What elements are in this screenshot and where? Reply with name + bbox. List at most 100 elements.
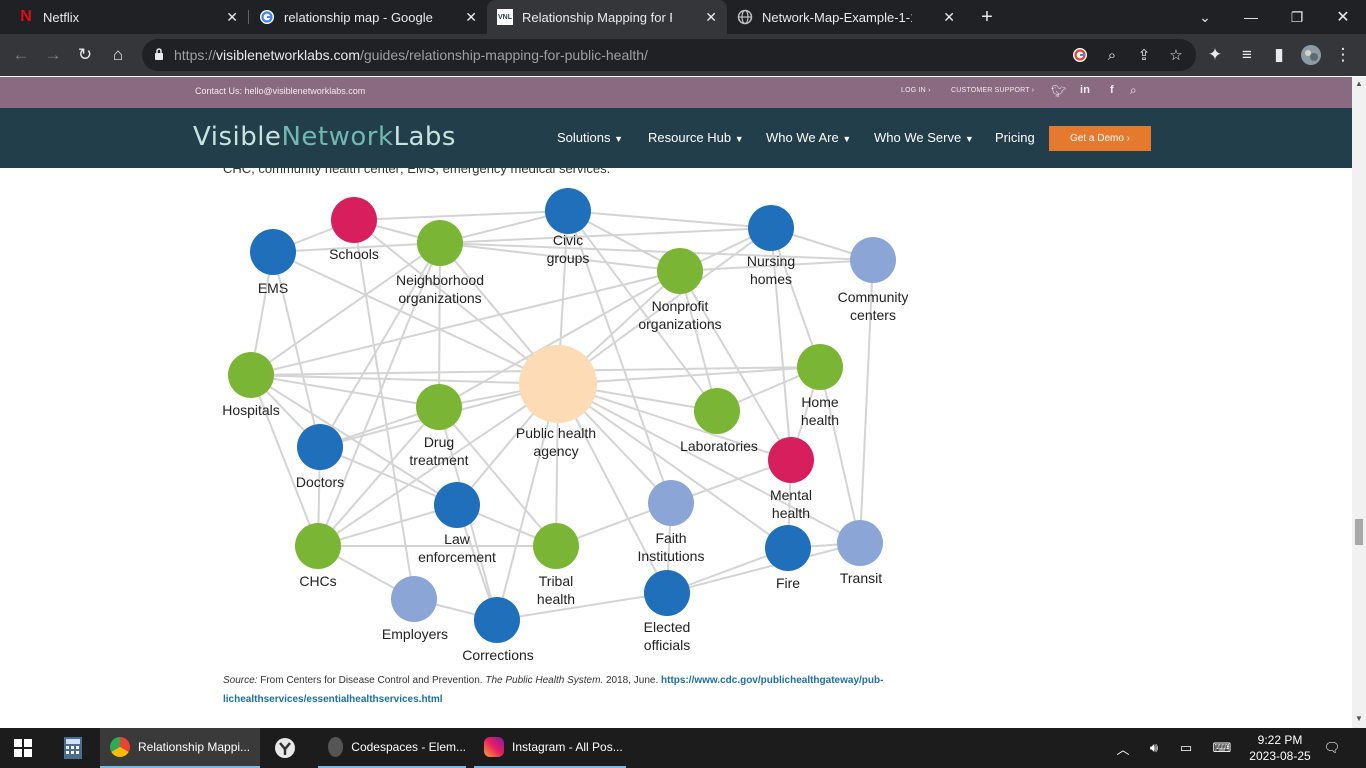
node-label: organizations	[638, 316, 721, 332]
keyboard-icon[interactable]: ⌨	[1208, 728, 1236, 768]
chrome-menu-icon[interactable]: ⋮	[1331, 43, 1355, 67]
google-icon	[259, 9, 275, 25]
node-label: Nonprofit	[652, 298, 709, 314]
taskbar-instagram[interactable]: Instagram - All Pos...	[474, 728, 626, 768]
facebook-icon[interactable]: f	[1110, 84, 1114, 96]
zoom-magnifier-icon[interactable]: ⌕	[1102, 45, 1122, 65]
yellow-cat-app-icon[interactable]	[274, 728, 296, 768]
figure-source-note: Source: From Centers for Disease Control…	[223, 671, 923, 709]
vnl-icon: VNL	[497, 9, 513, 25]
node-circle	[228, 352, 274, 398]
new-tab-plus-icon[interactable]: +	[975, 5, 999, 29]
scrollbar-thumb[interactable]	[1355, 519, 1363, 545]
bookmark-star-icon[interactable]: ☆	[1166, 45, 1186, 65]
close-window-icon[interactable]: ✕	[1320, 0, 1366, 34]
codespaces-icon	[328, 737, 344, 757]
menu-who-we-are[interactable]: Who We Are ▼	[766, 130, 851, 145]
reload-icon[interactable]: ↻	[73, 43, 97, 67]
node-label: groups	[547, 250, 590, 266]
site-search-icon[interactable]: ⌕	[1130, 83, 1137, 98]
node-label: Home	[801, 394, 839, 410]
node-circle	[331, 197, 377, 243]
logo-network: Network	[281, 122, 394, 152]
contact-email-link[interactable]: Contact Us: hello@visiblenetworklabs.com	[195, 86, 365, 96]
site-top-strip: Contact Us: hello@visiblenetworklabs.com…	[0, 77, 1352, 108]
url-path: /guides/relationship-mapping-for-public-…	[359, 47, 648, 63]
node-fire: Fire	[765, 525, 811, 591]
visible-network-labs-logo[interactable]: VisibleNetworkLabs	[193, 122, 456, 152]
google-lens-icon[interactable]	[1070, 45, 1090, 65]
customer-support-link[interactable]: CUSTOMER SUPPORT ›	[951, 87, 1034, 94]
node-label: Tribal	[539, 573, 574, 589]
node-circle	[850, 237, 896, 283]
back-arrow-icon[interactable]: ←	[9, 43, 33, 67]
node-label: Mental	[770, 487, 812, 503]
restore-icon[interactable]: ❐	[1274, 0, 1320, 34]
taskbar-chrome-relationship-mapping[interactable]: Relationship Mappi...	[100, 728, 260, 768]
node-label: centers	[850, 307, 896, 323]
tab-google-search[interactable]: relationship map - Google Search ✕	[249, 0, 487, 34]
menu-label: Who We Are	[766, 130, 839, 145]
menu-label: Resource Hub	[648, 130, 732, 145]
tab-search-chevron-icon[interactable]: ⌄	[1182, 0, 1228, 34]
node-circle	[765, 525, 811, 571]
menu-pricing[interactable]: Pricing	[995, 130, 1035, 145]
close-tab-icon[interactable]: ✕	[226, 9, 238, 26]
node-circle	[657, 248, 703, 294]
taskbar-clock[interactable]: 9:22 PM 2023-08-25	[1240, 732, 1320, 764]
menu-resource-hub[interactable]: Resource Hub ▼	[648, 130, 744, 145]
network-map-figure: Schools EMS Neighborhood organizations Civic…	[222, 188, 908, 663]
taskbar-codespaces[interactable]: Codespaces - Elem...	[318, 728, 466, 768]
calculator-app-icon[interactable]	[64, 728, 82, 768]
scroll-up-arrow-icon[interactable]: ▲	[1355, 79, 1363, 88]
home-icon[interactable]: ⌂	[106, 43, 130, 67]
source-label: Source:	[223, 675, 258, 686]
node-circle	[768, 437, 814, 483]
source-title: The Public Health System.	[485, 675, 604, 686]
node-circle	[519, 345, 597, 423]
close-tab-icon[interactable]: ✕	[465, 9, 477, 26]
node-label: Drug	[424, 434, 454, 450]
tab-relationship-mapping[interactable]: VNL Relationship Mapping for Public Heal…	[487, 0, 727, 34]
scroll-down-arrow-icon[interactable]: ▼	[1355, 714, 1363, 723]
url-text[interactable]: https://visiblenetworklabs.com/guides/re…	[174, 47, 648, 63]
reading-list-icon[interactable]: ≡	[1235, 43, 1259, 67]
menu-who-we-serve[interactable]: Who We Serve ▼	[874, 130, 974, 145]
menu-label: Who We Serve	[874, 130, 962, 145]
battery-icon[interactable]: ▭	[1175, 728, 1197, 768]
linkedin-icon[interactable]: in	[1080, 84, 1090, 96]
page-scrollbar[interactable]: ▲ ▼	[1352, 77, 1366, 728]
node-circle	[694, 388, 740, 434]
profile-avatar[interactable]	[1299, 43, 1323, 67]
side-panel-icon[interactable]: ▮	[1267, 43, 1291, 67]
menu-solutions[interactable]: Solutions ▼	[557, 130, 623, 145]
get-a-demo-button[interactable]: Get a Demo ›	[1049, 126, 1151, 151]
node-neighborhood: Neighborhood organizations	[396, 220, 484, 306]
extensions-puzzle-icon[interactable]: ✦	[1203, 43, 1227, 67]
forward-arrow-icon[interactable]: →	[41, 43, 65, 67]
edge-elected-corrections	[496, 592, 668, 621]
minimize-icon[interactable]: —	[1228, 0, 1274, 34]
tab-netflix[interactable]: N Netflix ✕	[8, 0, 248, 34]
caret-down-icon: ▼	[734, 134, 744, 144]
volume-icon[interactable]: 🔊︎	[1143, 728, 1165, 768]
twitter-icon[interactable]: 🐦︎	[1051, 84, 1066, 98]
windows-start-icon[interactable]	[14, 728, 32, 768]
instagram-icon	[484, 737, 504, 757]
address-bar[interactable]: https://visiblenetworklabs.com/guides/re…	[142, 39, 1196, 71]
login-link[interactable]: LOG IN ›	[901, 87, 931, 94]
clock-date: 2023-08-25	[1249, 749, 1311, 763]
node-label: Civic	[553, 232, 583, 248]
close-tab-icon[interactable]: ✕	[943, 9, 955, 26]
taskbar-app-label: Codespaces - Elem...	[351, 740, 466, 754]
node-label: Neighborhood	[396, 272, 484, 288]
tray-chevron-up-icon[interactable]: ︿	[1112, 728, 1134, 768]
notifications-icon[interactable]: 🗨︎	[1320, 728, 1344, 768]
logo-visible: Visible	[193, 122, 282, 152]
node-label: Nursing	[747, 253, 795, 269]
share-icon[interactable]: ⇪	[1134, 45, 1154, 65]
node-circle	[533, 523, 579, 569]
close-tab-icon[interactable]: ✕	[705, 9, 717, 26]
tab-network-map-image[interactable]: Network-Map-Example-1-1024x6 ✕	[727, 0, 965, 34]
article-content: CHC, community health center; EMS, emerg…	[0, 168, 1352, 728]
